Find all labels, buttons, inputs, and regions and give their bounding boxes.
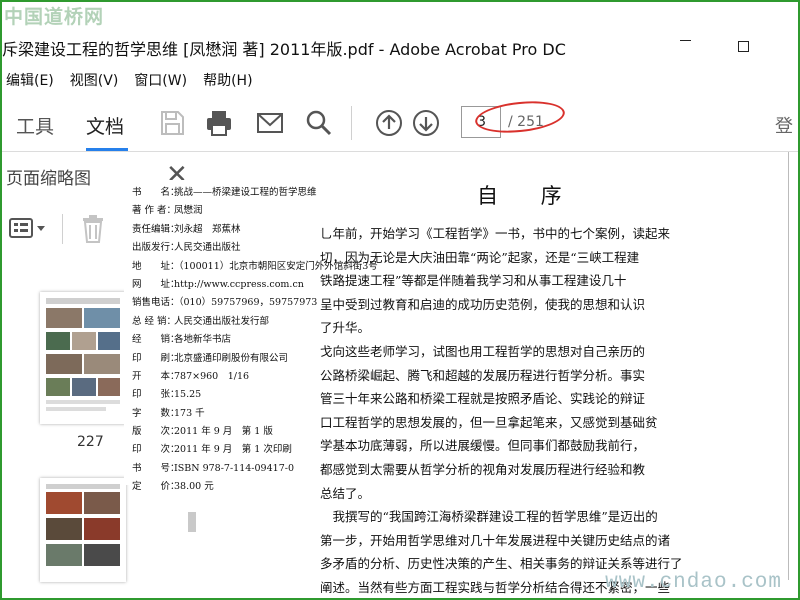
copyright-label: 开 本： — [132, 370, 180, 382]
preface-line: 呈中受到过教育和启迪的成功历史范例，使我的思想和认识 — [320, 296, 646, 312]
copyright-value: 787×960 1/16 — [174, 370, 250, 382]
copyright-label: 书 号： — [132, 462, 180, 474]
preface-body: 乚年前，开始学习《工程哲学》一书，书中的七个案例，读起来 切，因为无论是大庆油田靠… — [320, 222, 730, 600]
copyright-label: 经 销： — [132, 334, 180, 346]
menu-edit[interactable]: 编辑(E) — [6, 70, 54, 94]
preface-line: 公路桥梁崛起、腾飞和超越的发展历程进行哲学分析。事实 — [320, 367, 646, 383]
copyright-label: 定 价： — [132, 481, 180, 493]
copyright-label: 字 数： — [132, 407, 180, 419]
options-icon[interactable] — [8, 216, 48, 242]
preface-line: 戈向这些老师学习，试图也用工程哲学的思想对自己亲历的 — [320, 343, 646, 359]
copyright-label: 网 址： — [132, 278, 180, 290]
preface-line: 总结了。 — [320, 485, 371, 501]
copyright-value: 凤懋润 — [174, 205, 203, 217]
print-icon[interactable] — [204, 108, 234, 138]
menu-view[interactable]: 视图(V) — [70, 70, 119, 94]
copyright-value: 挑战——桥梁建设工程的哲学思维 — [174, 187, 317, 198]
copyright-row: 经 销：各地新华书店 — [124, 331, 238, 349]
copyright-row: 印 张：15.25 — [124, 386, 238, 404]
minimize-icon[interactable] — [680, 40, 691, 41]
arrow-down-icon[interactable] — [411, 108, 441, 138]
active-tab-indicator — [86, 148, 128, 151]
preface-line: 了升华。 — [320, 320, 371, 336]
copyright-row: 网 址：http://www.ccpress.com.cn — [124, 276, 304, 294]
copyright-value: 刘永超 郑蕉林 — [174, 223, 241, 235]
copyright-label: 印 刷： — [132, 352, 180, 364]
toolbar-separator — [351, 106, 352, 140]
window-title: 斥梁建设工程的哲学思维 [凤懋润 著] 2011年版.pdf - Adobe A… — [2, 40, 566, 59]
copyright-page-overlay: 书 名：挑战——桥梁建设工程的哲学思维著 作 者：凤懋润 责任编辑：刘永超 郑蕉林… — [124, 180, 378, 492]
copyright-row: 销售电话：（010）59757969，59757973 — [124, 294, 317, 312]
copyright-value: 38.00 元 — [174, 481, 214, 493]
preface-line: 管三十年来公路和桥梁工程就是按照矛盾论、实践论的辩证 — [320, 391, 646, 407]
copyright-label: 印 次： — [132, 444, 180, 456]
arrow-up-icon[interactable] — [374, 108, 404, 138]
copyright-value: ISBN 978-7-114-09417-0 — [174, 462, 294, 474]
trash-icon[interactable] — [80, 214, 106, 244]
copyright-label: 销售电话： — [132, 297, 180, 309]
tab-document[interactable]: 文档 — [86, 112, 124, 139]
copyright-label: 书 名： — [132, 187, 180, 198]
copyright-row: 字 数：173 千 — [124, 405, 238, 423]
copyright-row: 版 次：2011 年 9 月 第 1 版 — [124, 423, 273, 441]
maximize-icon[interactable] — [738, 41, 749, 52]
preface-line: 都感觉到太需要从哲学分析的视角对发展历程进行经验和教 — [320, 461, 646, 477]
preface-line: 口工程哲学的思想发展的，但一旦拿起笔来，又感觉到基础贫 — [320, 414, 658, 430]
save-icon[interactable] — [157, 108, 187, 138]
copyright-label: 著 作 者： — [132, 205, 177, 217]
preface-line: 我撰写的“我国跨江海桥梁群建设工程的哲学思维”是迈出的 — [320, 509, 658, 525]
preface-title: 自 序 — [477, 184, 580, 208]
copyright-label: 地 址： — [132, 260, 180, 272]
toolbar: 工具 文档 — [0, 96, 800, 152]
copyright-row: 著 作 者：凤懋润 — [124, 202, 238, 220]
search-icon[interactable] — [304, 108, 334, 138]
sign-in-label[interactable]: 登 — [775, 112, 793, 138]
copyright-value: 人民交通出版社发行部 — [174, 315, 270, 327]
watermark-top: 中国道桥网 — [4, 6, 105, 28]
copyright-label: 印 张： — [132, 389, 180, 401]
watermark-bottom: www.cndao.com — [605, 571, 782, 594]
thumbnail-page-number: 227 — [77, 434, 104, 450]
preface-line: 乚年前，开始学习《工程哲学》一书，书中的七个案例，读起来 — [320, 226, 671, 241]
preface-line: 铁路提速工程”等都是伴随着我学习和从事工程建设几十 — [320, 273, 627, 289]
page-thumbnail[interactable] — [40, 478, 126, 582]
panel-separator — [62, 214, 63, 244]
copyright-value: 173 千 — [174, 407, 205, 419]
menu-bar: 编辑(E) 视图(V) 窗口(W) 帮助(H) — [0, 70, 263, 94]
copyright-row: 印 次：2011 年 9 月 第 1 次印刷 — [124, 441, 292, 459]
copyright-row: 责任编辑：刘永超 郑蕉林 — [124, 221, 241, 239]
preface-line: 学基本功底薄弱，所以进展缓慢。但同事们都鼓励我前行， — [320, 438, 646, 454]
copyright-value: 2011 年 9 月 第 1 次印刷 — [174, 444, 292, 456]
copyright-value: 2011 年 9 月 第 1 版 — [174, 426, 273, 438]
menu-help[interactable]: 帮助(H) — [203, 70, 252, 94]
copyright-label: 版 次： — [132, 426, 180, 438]
copyright-label: 总 经 销： — [132, 315, 177, 327]
copyright-value: （100011）北京市朝阳区安定门外外馆斜街3号 — [174, 260, 378, 272]
copyright-value: （010）59757969，59757973 — [174, 297, 318, 309]
copyright-value: http://www.ccpress.com.cn — [174, 278, 304, 290]
document-scrollbar-edge — [788, 152, 789, 580]
copyright-row: 书 名：挑战——桥梁建设工程的哲学思维 — [124, 184, 317, 202]
copyright-row: 出版发行：人民交通出版社 — [124, 239, 241, 257]
preface-line: 切，因为无论是大庆油田靠“两论”起家，还是“三峡工程建 — [320, 249, 640, 265]
copyright-row: 印 刷：北京盛通印刷股份有限公司 — [124, 350, 288, 368]
menu-window[interactable]: 窗口(W) — [134, 70, 187, 94]
copyright-row: 地 址：（100011）北京市朝阳区安定门外外馆斜街3号 — [124, 258, 378, 276]
preface-line: 第一步，开始用哲学思维对几十年发展进程中关键历史结点的诸 — [320, 532, 671, 548]
copyright-row: 定 价：38.00 元 — [124, 478, 238, 496]
page-thumbnail[interactable] — [40, 292, 126, 424]
panel-title: 页面缩略图 — [6, 169, 91, 189]
email-icon[interactable] — [255, 108, 285, 138]
copyright-row: 总 经 销：人民交通出版社发行部 — [124, 313, 269, 331]
copyright-row: 开 本：787×960 1/16 — [124, 368, 249, 386]
copyright-value: 15.25 — [174, 389, 202, 401]
tab-tools[interactable]: 工具 — [16, 112, 54, 139]
copyright-row: 书 号：ISBN 978-7-114-09417-0 — [124, 460, 294, 478]
copyright-value: 人民交通出版社 — [174, 242, 241, 254]
copyright-label: 出版发行： — [132, 242, 180, 254]
copyright-value: 各地新华书店 — [174, 334, 232, 346]
title-bar: 斥梁建设工程的哲学思维 [凤懋润 著] 2011年版.pdf - Adobe A… — [0, 28, 800, 68]
copyright-label: 责任编辑： — [132, 223, 180, 235]
copyright-value: 北京盛通印刷股份有限公司 — [174, 352, 289, 364]
